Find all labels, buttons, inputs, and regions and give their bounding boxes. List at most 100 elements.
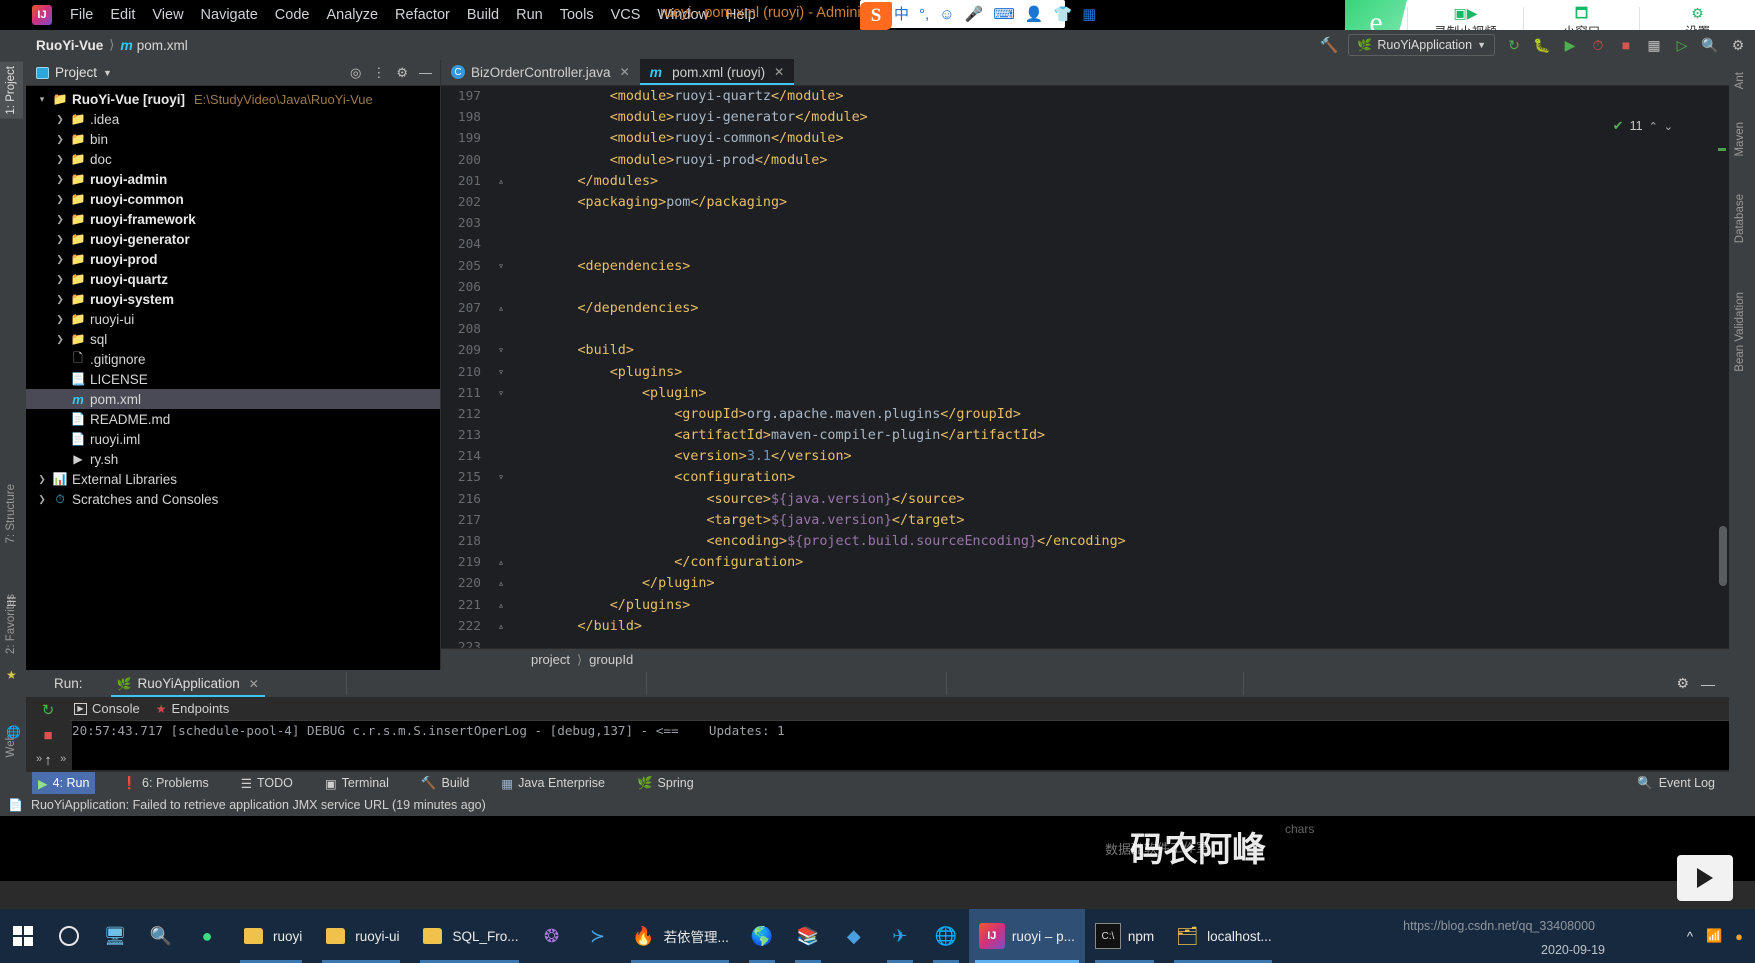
taskbar-visual-studio[interactable]: ❂	[529, 909, 575, 963]
tree-item-ruoyi-admin[interactable]: ❯ 📁 ruoyi-admin	[26, 169, 440, 189]
code-fold-icon[interactable]: ▵	[489, 557, 513, 568]
tree-item-idea[interactable]: ❯ 📁 .idea	[26, 109, 440, 129]
video-play-overlay[interactable]	[1677, 855, 1733, 901]
taskbar-magnifier[interactable]: 🔍	[138, 909, 184, 963]
minimize-icon[interactable]: —	[419, 65, 432, 80]
taskbar-vscode[interactable]: ◆	[831, 909, 877, 963]
tree-item-external-libraries[interactable]: ❯ 📊 External Libraries	[26, 469, 440, 489]
layout-icon[interactable]: ▦	[1645, 37, 1663, 54]
code-fold-icon[interactable]: ▵	[489, 621, 513, 632]
taskbar-ruoyi-folder[interactable]: ruoyi	[230, 909, 312, 963]
taskbar-telegram[interactable]: ✈	[877, 909, 923, 963]
taskbar-android-studio[interactable]: ●	[184, 909, 230, 963]
code-fold-icon[interactable]: ▿	[489, 345, 513, 356]
editor-tab-pomxml[interactable]: m pom.xml (ruoyi) ✕	[639, 59, 795, 85]
taskbar-edge-dev-2[interactable]: 📚	[785, 909, 831, 963]
update-icon[interactable]: ↻	[1505, 37, 1523, 54]
chevron-down-icon[interactable]: ⌄	[1664, 120, 1673, 133]
tree-item-ruoyi-iml[interactable]: 📄 ruoyi.iml	[26, 429, 440, 449]
menu-file[interactable]: File	[70, 7, 93, 23]
ime-lang-icon[interactable]: 中	[894, 7, 909, 22]
tool-tab-database[interactable]: Database	[1728, 190, 1752, 247]
tree-item-bin[interactable]: ❯ 📁 bin	[26, 129, 440, 149]
network-icon[interactable]: 📶	[1706, 928, 1722, 944]
console-output[interactable]: 20:57:43.717 [schedule-pool-4] DEBUG c.r…	[72, 721, 1729, 770]
tray-expand-icon[interactable]: ^	[1687, 929, 1693, 944]
tree-item-ruoyi-common[interactable]: ❯ 📁 ruoyi-common	[26, 189, 440, 209]
chevron-right-icon[interactable]: ❯	[52, 154, 68, 165]
close-icon[interactable]: ✕	[249, 677, 259, 691]
chevron-right-icon[interactable]: ❯	[52, 174, 68, 185]
bottom-tab-run[interactable]: ▶ 4: Run	[32, 772, 96, 794]
chevron-right-icon[interactable]: ❯	[52, 214, 68, 225]
tool-tab-maven[interactable]: Maven	[1728, 118, 1752, 161]
tree-item-ruoyi-prod[interactable]: ❯ 📁 ruoyi-prod	[26, 249, 440, 269]
bottom-tab-terminal[interactable]: ▣ Terminal	[319, 772, 395, 794]
chevron-right-icon[interactable]: ❯	[34, 494, 50, 505]
taskbar-ruoyi-ui-folder[interactable]: ruoyi-ui	[312, 909, 409, 963]
menu-navigate[interactable]: Navigate	[201, 7, 258, 23]
chevron-right-icon[interactable]: ❯	[52, 274, 68, 285]
code-fold-icon[interactable]: ▵	[489, 303, 513, 314]
code-fold-icon[interactable]: ▵	[489, 600, 513, 611]
tree-item-ruoyi-system[interactable]: ❯ 📁 ruoyi-system	[26, 289, 440, 309]
taskbar-localhost[interactable]: 🗂 localhost...	[1164, 909, 1282, 963]
breadcrumb-project[interactable]: RuoYi-Vue	[36, 38, 103, 53]
project-tree[interactable]: ▾ 📁 RuoYi-Vue [ruoyi] E:\StudyVideo\Java\Ru…	[26, 86, 440, 509]
tree-item-doc[interactable]: ❯ 📁 doc	[26, 149, 440, 169]
bottom-tab-todo[interactable]: ☰ TODO	[235, 772, 299, 794]
menu-run[interactable]: Run	[516, 7, 543, 23]
menu-tools[interactable]: Tools	[560, 7, 594, 23]
tree-item-ry-sh[interactable]: ▶ ry.sh	[26, 449, 440, 469]
search-icon[interactable]: 🔍	[1701, 37, 1719, 54]
editor-scrollbar[interactable]	[1719, 526, 1727, 586]
debug-icon[interactable]: 🐛	[1533, 37, 1551, 54]
taskbar-sql-folder[interactable]: SQL_Fro...	[410, 909, 529, 963]
taskbar-firefox[interactable]: 🔥 若依管理...	[621, 909, 739, 963]
bottom-tab-spring[interactable]: 🌿 Spring	[631, 772, 700, 794]
expand2-icon[interactable]: »	[42, 753, 66, 765]
run-tab-ruoyiapplication[interactable]: 🌿 RuoYiApplication ✕	[110, 670, 266, 697]
taskbar-powershell[interactable]: ≻	[575, 909, 621, 963]
inspection-widget[interactable]: ✔ 11 ⌃ ⌄	[1613, 118, 1673, 134]
breadcrumb-file[interactable]: pom.xml	[137, 38, 188, 53]
taskbar-task-view[interactable]: 🖥	[92, 909, 138, 963]
event-log-button[interactable]: 🔍 Event Log	[1637, 776, 1715, 791]
tool-tab-structure[interactable]: 7: Structure	[0, 480, 23, 547]
tree-item-gitignore[interactable]: 🗋 .gitignore	[26, 349, 440, 369]
code-fold-icon[interactable]: ▿	[489, 388, 513, 399]
stop-icon[interactable]: ■	[1617, 37, 1635, 53]
code-fold-icon[interactable]: ▵	[489, 176, 513, 187]
chevron-right-icon[interactable]: ❯	[52, 314, 68, 325]
run-configuration-selector[interactable]: 🌿 RuoYiApplication ▼	[1348, 34, 1495, 56]
tree-item-ruoyi-quartz[interactable]: ❯ 📁 ruoyi-quartz	[26, 269, 440, 289]
expand-icon[interactable]: »	[26, 753, 42, 765]
tool-tab-project[interactable]: 1: Project	[0, 62, 23, 119]
taskbar-start-button[interactable]	[0, 909, 46, 963]
tool-tab-bean-validation[interactable]: Bean Validation	[1728, 288, 1752, 376]
taskbar-edge[interactable]: 🌐	[923, 909, 969, 963]
menu-build[interactable]: Build	[467, 7, 499, 23]
tree-item-scratches-and-consoles[interactable]: ❯ ⏱ Scratches and Consoles	[26, 489, 440, 509]
build-hammer-icon[interactable]: 🔨	[1320, 36, 1339, 54]
menu-edit[interactable]: Edit	[110, 7, 135, 23]
ime-emoji-icon[interactable]: ☺	[939, 7, 954, 22]
taskbar-intellij[interactable]: IJ ruoyi – p...	[968, 909, 1085, 963]
settings-icon[interactable]: ⚙	[396, 65, 408, 81]
ime-punct-icon[interactable]: °,	[919, 7, 929, 22]
chevron-up-icon[interactable]: ⌃	[1649, 120, 1658, 133]
chevron-right-icon[interactable]: ❯	[52, 114, 68, 125]
settings-icon[interactable]: ⚙	[1729, 37, 1747, 54]
breadcrumb-element-groupid[interactable]: groupId	[589, 652, 633, 667]
profiler-icon[interactable]: ⏱	[1589, 37, 1607, 54]
minimize-icon[interactable]: —	[1701, 676, 1715, 692]
tool-tab-ant[interactable]: Ant	[1728, 68, 1752, 93]
play-icon[interactable]: ▷	[1673, 37, 1691, 54]
run-coverage-icon[interactable]: ▶	[1561, 37, 1579, 54]
notification-icon[interactable]: 📄	[8, 798, 23, 812]
bottom-tab-problems[interactable]: ❗ 6: Problems	[115, 772, 214, 794]
chevron-right-icon[interactable]: ❯	[34, 474, 50, 485]
ime-voice-icon[interactable]: 🎤	[965, 7, 984, 22]
rerun-icon[interactable]: ↻	[42, 701, 55, 719]
close-icon[interactable]: ✕	[620, 65, 630, 79]
